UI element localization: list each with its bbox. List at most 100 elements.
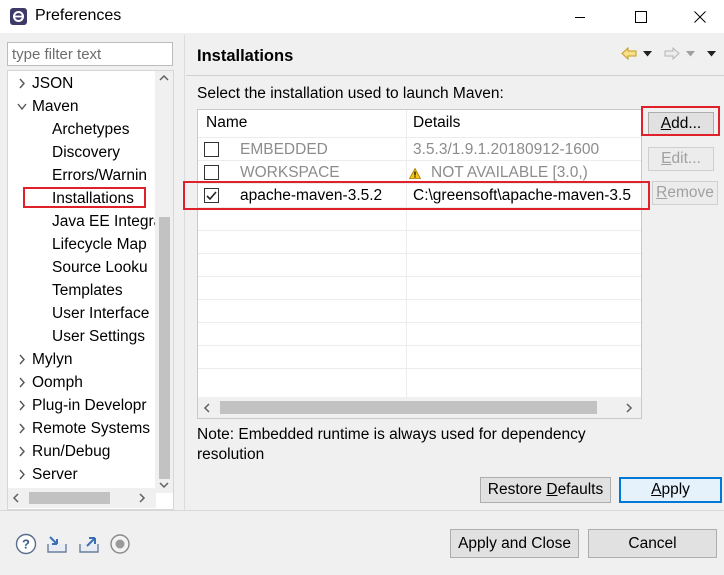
tree-horizontal-scroll-thumb[interactable] <box>29 492 110 504</box>
tree-item-label: Archetypes <box>52 121 130 138</box>
import-icon[interactable] <box>46 533 68 555</box>
tree-item-label: Installations <box>52 190 134 207</box>
tree-item-label: Discovery <box>52 144 121 161</box>
maximize-button[interactable] <box>617 0 665 33</box>
tree-item-label: Source Looku <box>52 259 148 276</box>
page-title: Installations <box>197 47 294 65</box>
back-arrow-icon[interactable] <box>621 47 637 60</box>
chevron-right-icon[interactable] <box>17 371 27 394</box>
tree-item[interactable]: Lifecycle Map <box>8 233 155 256</box>
header-separator <box>186 75 724 76</box>
maximize-icon <box>635 10 647 23</box>
tree-item[interactable]: Discovery <box>8 141 155 164</box>
installation-details: 3.5.3/1.9.1.20180912-1600 <box>413 141 600 158</box>
chevron-right-icon[interactable] <box>17 348 27 371</box>
chevron-down-icon[interactable] <box>17 95 27 118</box>
tree-item-label: Plug-in Developr <box>32 397 147 414</box>
minimize-button[interactable] <box>556 0 604 33</box>
restore-defaults-button[interactable]: Restore Defaults <box>480 477 611 503</box>
chevron-right-icon[interactable] <box>17 72 27 95</box>
forward-dropdown-icon[interactable] <box>686 51 695 57</box>
chevron-right-icon[interactable] <box>17 440 27 463</box>
tree-item-label: Maven <box>32 98 79 115</box>
tree-item[interactable]: Run/Debug <box>8 440 155 463</box>
installation-details: NOT AVAILABLE [3.0,) <box>431 164 588 181</box>
minimize-icon <box>575 16 585 18</box>
record-icon[interactable] <box>109 533 131 555</box>
row-checkbox[interactable] <box>204 165 219 180</box>
tree-item[interactable]: Server <box>8 463 155 486</box>
table-horizontal-scroll-thumb[interactable] <box>220 401 597 414</box>
chevron-right-icon[interactable] <box>17 394 27 417</box>
tree-item[interactable]: Java EE Integra <box>8 210 162 233</box>
tree-item[interactable]: JSON <box>8 72 155 95</box>
tree-item-label: JSON <box>32 75 74 92</box>
tree-item[interactable]: Maven <box>8 95 155 118</box>
tree-item[interactable]: User Interface <box>8 302 155 325</box>
installations-table[interactable]: Name Details EMBEDDED 3.5.3/1.9.1.2018091… <box>197 109 642 419</box>
export-icon[interactable] <box>78 533 100 555</box>
chevron-right-icon[interactable] <box>17 417 27 440</box>
checkmark-icon <box>206 191 217 201</box>
tree-item-label: Mylyn <box>32 351 73 368</box>
apply-button[interactable]: Apply <box>619 477 722 503</box>
column-header-details[interactable]: Details <box>413 114 460 132</box>
tree-item-label: User Settings <box>52 328 146 345</box>
apply-and-close-button[interactable]: Apply and Close <box>450 529 579 558</box>
view-menu-icon[interactable] <box>707 51 716 57</box>
tree-item-label: Server <box>32 466 78 483</box>
column-header-name[interactable]: Name <box>206 114 247 132</box>
filter-input[interactable] <box>7 42 173 66</box>
tree-item-label: Run/Debug <box>32 443 111 460</box>
scroll-right-icon[interactable] <box>138 493 146 503</box>
tree-item-label: Oomph <box>32 374 83 391</box>
tree-item[interactable]: Mylyn <box>8 348 155 371</box>
tree-item-label: User Interface <box>52 305 150 322</box>
tree-item[interactable]: Remote Systems <box>8 417 155 440</box>
tree-vertical-scroll-thumb[interactable] <box>159 217 170 479</box>
scroll-left-icon[interactable] <box>203 403 211 413</box>
remove-button[interactable]: Remove <box>652 181 718 205</box>
scroll-left-icon[interactable] <box>12 493 20 503</box>
installation-name: EMBEDDED <box>240 141 328 158</box>
tree-item[interactable]: Errors/Warnin <box>8 164 155 187</box>
tree-item[interactable]: Source Looku <box>8 256 155 279</box>
add-button[interactable]: Add... <box>648 112 714 136</box>
page-description: Select the installation used to launch M… <box>197 85 504 102</box>
pane-divider <box>184 35 185 510</box>
tree-item[interactable]: User Settings <box>8 325 155 348</box>
row-checkbox[interactable] <box>204 142 219 157</box>
installation-name: WORKSPACE <box>240 164 340 181</box>
footer-separator <box>0 510 724 511</box>
scroll-up-icon[interactable] <box>159 74 169 82</box>
scroll-down-icon[interactable] <box>159 481 169 489</box>
edit-button[interactable]: Edit... <box>648 147 714 171</box>
forward-arrow-icon[interactable] <box>664 47 680 60</box>
close-button[interactable] <box>676 0 724 33</box>
tree-item[interactable]: Archetypes <box>8 118 155 141</box>
chevron-right-icon[interactable] <box>17 463 27 486</box>
tree-item[interactable]: Plug-in Developr <box>8 394 155 417</box>
help-icon[interactable]: ? <box>15 533 37 555</box>
cancel-button[interactable]: Cancel <box>588 529 717 558</box>
close-icon <box>694 10 706 23</box>
note-text: Note: Embedded runtime is always used fo… <box>197 426 586 463</box>
preference-tree[interactable]: JSON Maven Archetypes Discovery Errors/Warni… <box>7 70 174 510</box>
scroll-right-icon[interactable] <box>625 403 633 413</box>
tree-item[interactable]: Installations <box>8 187 155 210</box>
window-title: Preferences <box>35 7 122 24</box>
installation-details: C:\greensoft\apache-maven-3.5 <box>413 187 631 204</box>
back-dropdown-icon[interactable] <box>643 51 652 57</box>
tree-item-label: Java EE Integra <box>52 213 163 230</box>
eclipse-app-icon <box>10 8 27 25</box>
table-horizontal-scrollbar[interactable] <box>198 397 641 418</box>
tree-item-label: Templates <box>52 282 123 299</box>
svg-text:?: ? <box>22 537 30 552</box>
tree-item-label: Errors/Warnin <box>52 167 148 184</box>
tree-item[interactable]: Templates <box>8 279 155 302</box>
warning-icon <box>409 168 421 179</box>
row-checkbox[interactable] <box>204 188 219 203</box>
tree-item[interactable]: Oomph <box>8 371 155 394</box>
tree-item-label: Lifecycle Map <box>52 236 147 253</box>
installation-name: apache-maven-3.5.2 <box>240 187 383 204</box>
